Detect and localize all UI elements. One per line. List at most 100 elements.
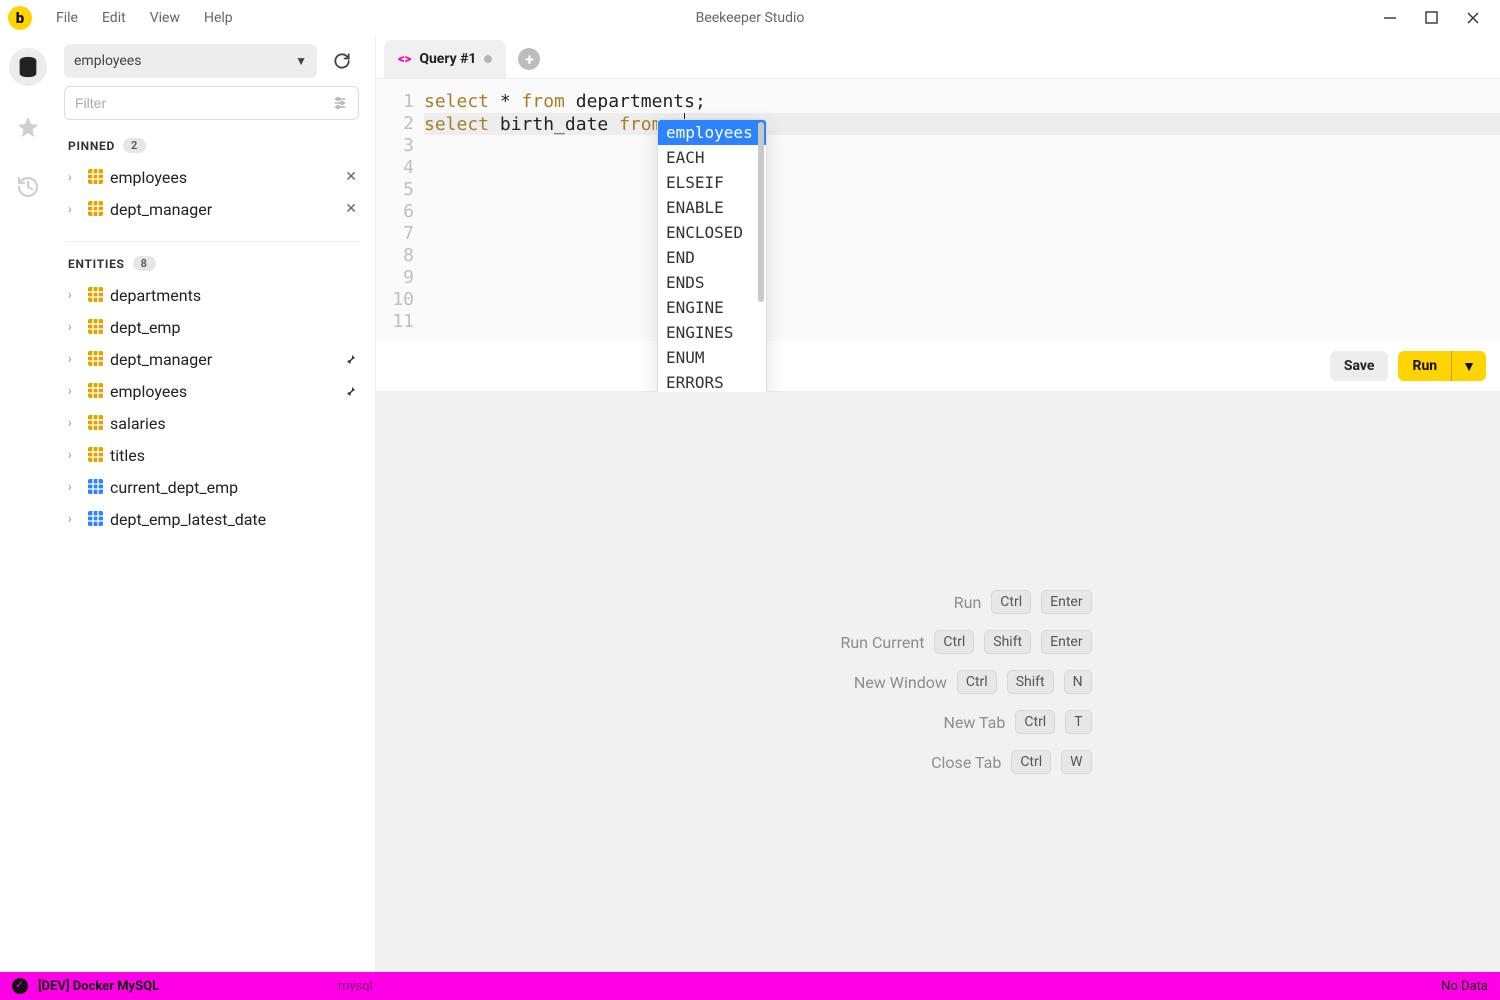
shortcut-row: Run CurrentCtrl Shift Enter: [784, 630, 1091, 654]
pin-icon[interactable]: [345, 353, 357, 365]
view-icon: [88, 511, 104, 527]
sidebar-item-dept_emp[interactable]: › dept_emp: [64, 311, 363, 343]
code-icon: <>: [398, 52, 411, 67]
status-connection[interactable]: [DEV] Docker MySQL: [38, 979, 159, 994]
sidebar-item-employees[interactable]: › employees ✕: [64, 161, 363, 193]
entities-heading: ENTITIES 8: [56, 246, 371, 279]
run-dropdown-button[interactable]: ▼: [1451, 351, 1486, 381]
menu-edit[interactable]: Edit: [90, 4, 138, 32]
chevron-right-icon: ›: [68, 512, 82, 526]
sidebar-item-label: departments: [110, 286, 201, 305]
keycap: Ctrl: [1011, 750, 1051, 774]
filter-settings-icon[interactable]: [332, 95, 348, 111]
shortcut-label: Run: [841, 593, 981, 612]
table-icon: [88, 383, 104, 399]
sidebar-item-label: employees: [110, 382, 187, 401]
shortcut-label: Close Tab: [861, 753, 1001, 772]
shortcut-row: New TabCtrl T: [865, 710, 1091, 734]
filter-input[interactable]: [75, 95, 332, 111]
menu-file[interactable]: File: [44, 4, 90, 32]
autocomplete-option[interactable]: EACH: [658, 145, 766, 170]
status-ok-icon: [12, 978, 28, 994]
menu-help[interactable]: Help: [192, 4, 245, 32]
pinned-title: PINNED: [68, 139, 115, 153]
shortcut-label: Run Current: [784, 633, 924, 652]
chevron-right-icon: ›: [68, 448, 82, 462]
sidebar: employees ▼ PINNED 2 › employees ✕› dept…: [56, 36, 376, 972]
sidebar-item-dept_manager[interactable]: › dept_manager ✕: [64, 193, 363, 225]
keycap: Ctrl: [957, 670, 997, 694]
status-driver: mysql: [338, 979, 373, 994]
table-icon: [88, 415, 104, 431]
chevron-right-icon: ›: [68, 352, 82, 366]
code-lines[interactable]: select * from departments;select birth_d…: [424, 91, 1500, 333]
sidebar-item-current_dept_emp[interactable]: › current_dept_emp: [64, 471, 363, 503]
add-tab-button[interactable]: +: [518, 48, 540, 70]
status-result: No Data: [1441, 979, 1488, 994]
tab-query-1[interactable]: <> Query #1: [384, 40, 506, 78]
app-logo: b: [8, 6, 32, 30]
statusbar: [DEV] Docker MySQL mysql No Data: [0, 972, 1500, 1000]
autocomplete-scrollbar[interactable]: [758, 122, 764, 302]
code-editor[interactable]: 1234567891011 select * from departments;…: [376, 79, 1500, 341]
window-close-icon[interactable]: [1466, 11, 1480, 25]
line-gutter: 1234567891011: [376, 91, 424, 333]
refresh-button[interactable]: [325, 44, 359, 78]
sidebar-item-label: dept_manager: [110, 350, 212, 369]
sidebar-item-dept_manager[interactable]: › dept_manager: [64, 343, 363, 375]
keycap: Ctrl: [1015, 710, 1055, 734]
autocomplete-option[interactable]: ENUM: [658, 345, 766, 370]
rail-star-icon[interactable]: [9, 108, 47, 146]
sidebar-item-titles[interactable]: › titles: [64, 439, 363, 471]
save-button[interactable]: Save: [1330, 351, 1389, 381]
chevron-right-icon: ›: [68, 384, 82, 398]
sidebar-item-label: dept_manager: [110, 200, 212, 219]
rail-database-icon[interactable]: [9, 48, 47, 86]
rail-history-icon[interactable]: [9, 168, 47, 206]
sidebar-item-employees[interactable]: › employees: [64, 375, 363, 407]
sidebar-item-dept_emp_latest_date[interactable]: › dept_emp_latest_date: [64, 503, 363, 535]
titlebar: b File Edit View Help Beekeeper Studio: [0, 0, 1500, 36]
table-icon: [88, 169, 104, 185]
autocomplete-option[interactable]: employees: [658, 120, 766, 145]
sidebar-item-label: dept_emp_latest_date: [110, 510, 266, 529]
chevron-right-icon: ›: [68, 320, 82, 334]
pin-icon[interactable]: [345, 385, 357, 397]
results-panel: RunCtrl EnterRun CurrentCtrl Shift Enter…: [376, 392, 1500, 972]
keycap: Ctrl: [991, 590, 1031, 614]
autocomplete-option[interactable]: ENABLE: [658, 195, 766, 220]
autocomplete-option[interactable]: ENDS: [658, 270, 766, 295]
autocomplete-option[interactable]: ENGINES: [658, 320, 766, 345]
window-maximize-icon[interactable]: [1425, 11, 1438, 25]
shortcut-label: New Tab: [865, 713, 1005, 732]
pinned-heading: PINNED 2: [56, 128, 371, 161]
filter-input-wrapper: [64, 86, 359, 120]
entities-count: 8: [133, 256, 156, 271]
unpin-icon[interactable]: ✕: [345, 169, 357, 185]
autocomplete-option[interactable]: END: [658, 245, 766, 270]
sidebar-item-salaries[interactable]: › salaries: [64, 407, 363, 439]
window-minimize-icon[interactable]: [1383, 11, 1397, 25]
shortcut-row: Close TabCtrl W: [861, 750, 1091, 774]
chevron-down-icon: ▼: [295, 54, 307, 68]
sidebar-item-label: current_dept_emp: [110, 478, 238, 497]
sidebar-item-label: salaries: [110, 414, 166, 433]
shortcut-label: New Window: [807, 673, 947, 692]
autocomplete-option[interactable]: ENCLOSED: [658, 220, 766, 245]
database-select[interactable]: employees ▼: [64, 44, 317, 78]
autocomplete-option[interactable]: ENGINE: [658, 295, 766, 320]
activity-rail: [0, 36, 56, 972]
sidebar-item-departments[interactable]: › departments: [64, 279, 363, 311]
autocomplete-option[interactable]: ELSEIF: [658, 170, 766, 195]
keycap: Enter: [1041, 630, 1091, 654]
table-icon: [88, 351, 104, 367]
keycap: Ctrl: [934, 630, 974, 654]
menu-view[interactable]: View: [138, 4, 192, 32]
view-icon: [88, 479, 104, 495]
unpin-icon[interactable]: ✕: [345, 201, 357, 217]
chevron-right-icon: ›: [68, 288, 82, 302]
shortcut-row: RunCtrl Enter: [841, 590, 1091, 614]
keycap: Shift: [1007, 670, 1054, 694]
table-icon: [88, 447, 104, 463]
run-button[interactable]: Run: [1398, 351, 1451, 381]
